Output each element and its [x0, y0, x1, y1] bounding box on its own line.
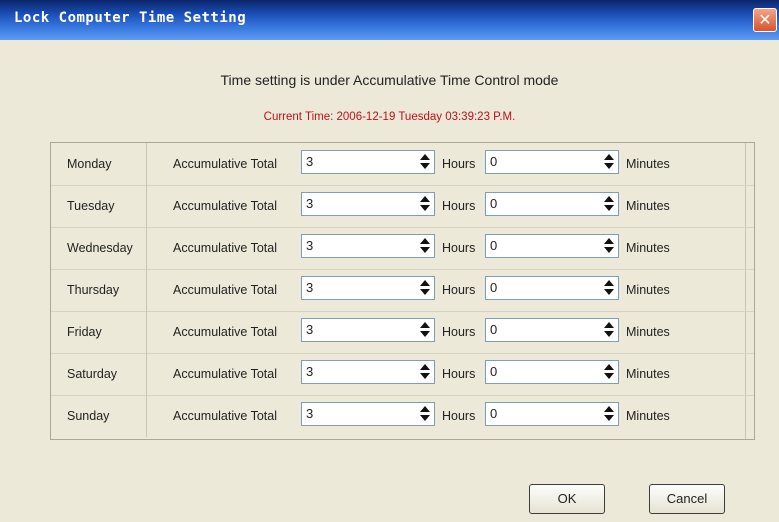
- day-label: Tuesday: [51, 185, 147, 227]
- schedule-table: Monday Accumulative Total 3 Hours 0 Minu…: [50, 142, 755, 440]
- hours-label: Hours: [442, 409, 476, 423]
- hours-label: Hours: [442, 241, 476, 255]
- stepper-arrows-icon[interactable]: [602, 363, 616, 381]
- accumulative-label: Accumulative Total: [173, 157, 277, 171]
- table-row-saturday: Saturday Accumulative Total 3 Hours 0 Mi…: [51, 353, 754, 396]
- accumulative-label: Accumulative Total: [173, 409, 277, 423]
- table-row-monday: Monday Accumulative Total 3 Hours 0 Minu…: [51, 143, 754, 186]
- accumulative-label: Accumulative Total: [173, 325, 277, 339]
- accumulative-label: Accumulative Total: [173, 283, 277, 297]
- hours-label: Hours: [442, 157, 476, 171]
- hours-value[interactable]: 3: [306, 406, 313, 421]
- mode-heading: Time setting is under Accumulative Time …: [220, 72, 559, 88]
- stepper-arrows-icon[interactable]: [418, 237, 432, 255]
- hours-value[interactable]: 3: [306, 238, 313, 253]
- cancel-button[interactable]: Cancel: [649, 484, 725, 514]
- minutes-label: Minutes: [626, 367, 670, 381]
- stepper-arrows-icon[interactable]: [418, 279, 432, 297]
- stepper-arrows-icon[interactable]: [418, 153, 432, 171]
- minutes-stepper[interactable]: 0: [485, 402, 619, 426]
- window-title: Lock Computer Time Setting: [14, 10, 247, 26]
- table-row-sunday: Sunday Accumulative Total 3 Hours 0 Minu…: [51, 395, 754, 437]
- hours-label: Hours: [442, 367, 476, 381]
- title-bar[interactable]: Lock Computer Time Setting ✕: [0, 0, 779, 40]
- table-row-thursday: Thursday Accumulative Total 3 Hours 0 Mi…: [51, 269, 754, 312]
- minutes-stepper[interactable]: 0: [485, 234, 619, 258]
- minutes-stepper[interactable]: 0: [485, 318, 619, 342]
- day-label: Thursday: [51, 269, 147, 311]
- hours-value[interactable]: 3: [306, 322, 313, 337]
- minutes-label: Minutes: [626, 199, 670, 213]
- hours-stepper[interactable]: 3: [301, 276, 435, 300]
- minutes-value[interactable]: 0: [490, 364, 497, 379]
- minutes-value[interactable]: 0: [490, 322, 497, 337]
- hours-value[interactable]: 3: [306, 364, 313, 379]
- table-row-wednesday: Wednesday Accumulative Total 3 Hours 0 M…: [51, 227, 754, 270]
- minutes-stepper[interactable]: 0: [485, 276, 619, 300]
- hours-value[interactable]: 3: [306, 280, 313, 295]
- minutes-value[interactable]: 0: [490, 238, 497, 253]
- hours-stepper[interactable]: 3: [301, 192, 435, 216]
- ok-button[interactable]: OK: [529, 484, 605, 514]
- table-row-friday: Friday Accumulative Total 3 Hours 0 Minu…: [51, 311, 754, 354]
- hours-stepper[interactable]: 3: [301, 150, 435, 174]
- accumulative-label: Accumulative Total: [173, 199, 277, 213]
- stepper-arrows-icon[interactable]: [602, 279, 616, 297]
- minutes-label: Minutes: [626, 409, 670, 423]
- current-time-text: Current Time: 2006-12-19 Tuesday 03:39:2…: [263, 111, 516, 123]
- stepper-arrows-icon[interactable]: [602, 153, 616, 171]
- stepper-arrows-icon[interactable]: [418, 195, 432, 213]
- day-label: Friday: [51, 311, 147, 353]
- close-icon[interactable]: ✕: [753, 8, 777, 32]
- dialog-window: Lock Computer Time Setting ✕ Time settin…: [0, 0, 779, 522]
- minutes-value[interactable]: 0: [490, 280, 497, 295]
- hours-label: Hours: [442, 199, 476, 213]
- stepper-arrows-icon[interactable]: [602, 237, 616, 255]
- minutes-label: Minutes: [626, 283, 670, 297]
- minutes-label: Minutes: [626, 325, 670, 339]
- minutes-label: Minutes: [626, 157, 670, 171]
- hours-label: Hours: [442, 325, 476, 339]
- minutes-value[interactable]: 0: [490, 154, 497, 169]
- day-label: Sunday: [51, 395, 147, 437]
- minutes-stepper[interactable]: 0: [485, 192, 619, 216]
- stepper-arrows-icon[interactable]: [602, 321, 616, 339]
- hours-stepper[interactable]: 3: [301, 318, 435, 342]
- stepper-arrows-icon[interactable]: [418, 405, 432, 423]
- minutes-label: Minutes: [626, 241, 670, 255]
- stepper-arrows-icon[interactable]: [602, 195, 616, 213]
- table-row-tuesday: Tuesday Accumulative Total 3 Hours 0 Min…: [51, 185, 754, 228]
- hours-value[interactable]: 3: [306, 196, 313, 211]
- day-label: Wednesday: [51, 227, 147, 269]
- stepper-arrows-icon[interactable]: [418, 363, 432, 381]
- hours-stepper[interactable]: 3: [301, 402, 435, 426]
- hours-label: Hours: [442, 283, 476, 297]
- minutes-value[interactable]: 0: [490, 406, 497, 421]
- hours-value[interactable]: 3: [306, 154, 313, 169]
- stepper-arrows-icon[interactable]: [418, 321, 432, 339]
- stepper-arrows-icon[interactable]: [602, 405, 616, 423]
- minutes-value[interactable]: 0: [490, 196, 497, 211]
- hours-stepper[interactable]: 3: [301, 234, 435, 258]
- hours-stepper[interactable]: 3: [301, 360, 435, 384]
- minutes-stepper[interactable]: 0: [485, 360, 619, 384]
- minutes-stepper[interactable]: 0: [485, 150, 619, 174]
- day-label: Saturday: [51, 353, 147, 395]
- accumulative-label: Accumulative Total: [173, 367, 277, 381]
- day-label: Monday: [51, 143, 147, 185]
- accumulative-label: Accumulative Total: [173, 241, 277, 255]
